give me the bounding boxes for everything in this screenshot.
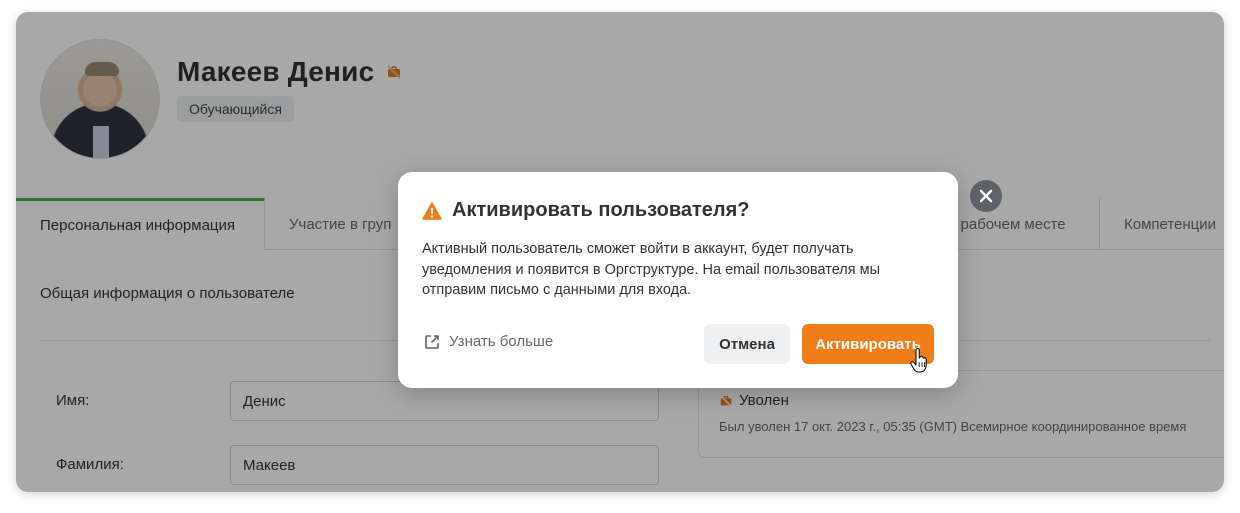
modal-body: Активный пользователь сможет войти в акк… <box>422 241 881 298</box>
modal-title-row: Активировать пользователя? <box>422 199 750 222</box>
hand-cursor-icon <box>910 348 927 373</box>
close-icon <box>979 189 993 203</box>
learn-more-link[interactable]: Узнать больше <box>424 333 553 350</box>
learn-more-label: Узнать больше <box>449 333 554 350</box>
external-link-icon <box>425 334 439 349</box>
warning-icon <box>422 201 442 220</box>
close-button[interactable] <box>970 180 1002 212</box>
activate-user-dialog: Активировать пользователя? Активный поль… <box>398 172 958 388</box>
modal-title: Активировать пользователя? <box>452 199 750 221</box>
cancel-button[interactable]: Отмена <box>704 324 790 364</box>
